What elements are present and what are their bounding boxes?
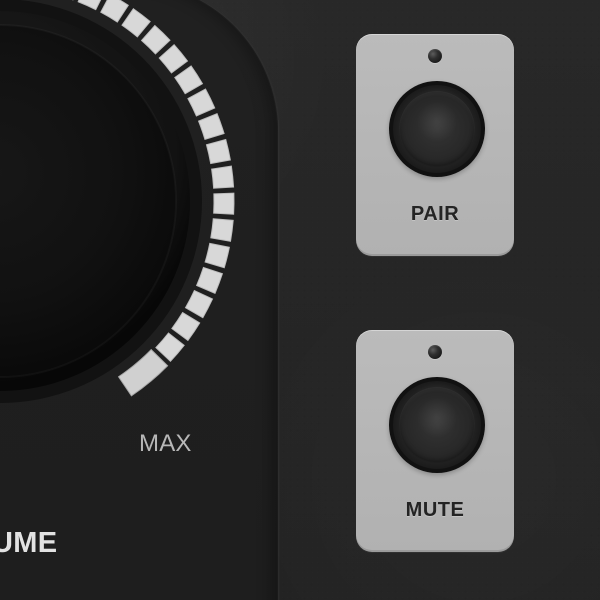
pair-button-card: PAIR bbox=[356, 34, 514, 256]
speaker-control-panel: MAX UME PAIR MUTE bbox=[0, 0, 600, 600]
mute-status-led bbox=[428, 345, 442, 359]
max-label: MAX bbox=[139, 430, 192, 457]
mute-button[interactable] bbox=[389, 377, 485, 473]
pair-button-label: PAIR bbox=[410, 203, 460, 225]
mute-button-label: MUTE bbox=[405, 499, 465, 521]
pair-button[interactable] bbox=[389, 81, 485, 177]
volume-label: UME bbox=[0, 527, 58, 559]
volume-panel bbox=[0, 0, 278, 600]
mute-button-card: MUTE bbox=[356, 330, 514, 552]
pair-status-led bbox=[428, 49, 442, 63]
